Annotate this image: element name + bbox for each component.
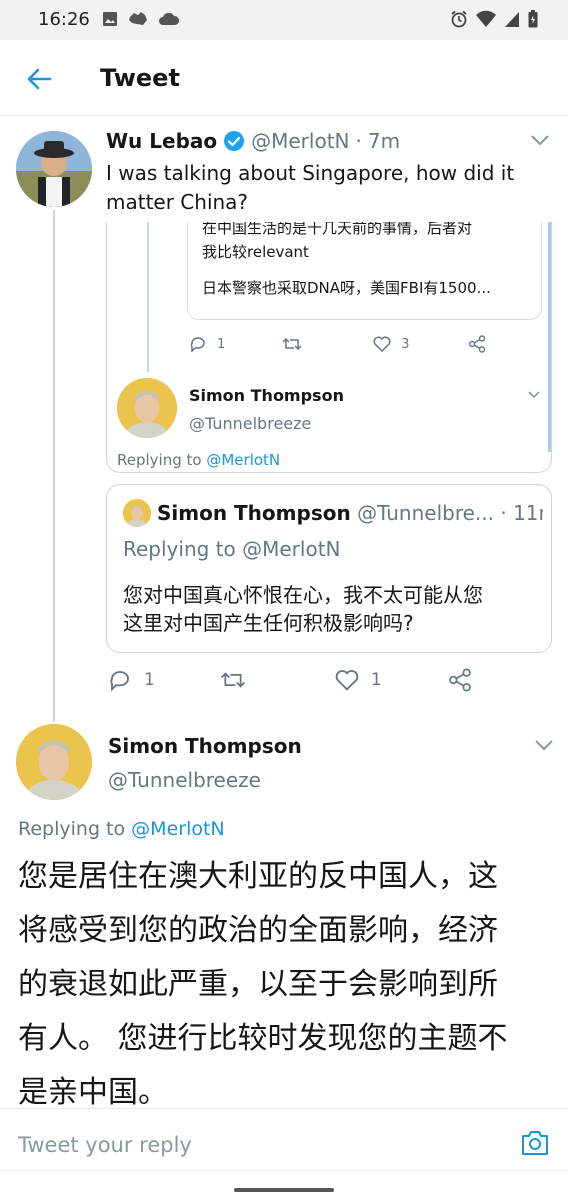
reply-button[interactable]: 1 [108,669,155,691]
cloud-icon [159,12,180,25]
retweet-icon [282,337,302,351]
replying-prefix: Replying to [18,818,126,840]
author-handle[interactable]: @MerlotN [251,129,349,153]
image-icon [103,12,117,26]
nested-text: 在中国生活的是十几天前的事情，后者对 我比较relevant 日本警察也采取DN… [202,222,491,300]
reply-input[interactable]: Tweet your reply [18,1133,192,1157]
quoted-thread-image[interactable]: 在中国生活的是十几天前的事情，后者对 我比较relevant 日本警察也采取DN… [106,222,552,473]
focused-author-handle[interactable]: @Tunnelbreeze [108,768,261,792]
chevron-down-icon[interactable] [534,738,554,752]
tweet-text-line: I was talking about Singapore, how did i… [106,161,515,185]
main-tweet-header: Wu Lebao @MerlotN · 7m [106,129,400,153]
app-header: Tweet [0,40,568,116]
quote-author-handle: @Tunnelbre... [357,501,494,525]
tweet-text-line: 您是居住在澳大利亚的反中国人，这 [18,859,498,894]
quote-author-name: Simon Thompson [157,501,351,525]
chevron-down-icon [528,391,540,399]
avatar-wu-lebao[interactable] [16,131,92,207]
reply-action: 1 [189,336,225,352]
share-action [468,335,486,353]
share-button[interactable] [448,668,472,692]
reply-count: 1 [144,670,155,690]
focused-replying-to: Replying to @MerlotN [18,818,225,840]
wifi-icon [476,10,496,27]
nested-quote-card: 在中国生活的是十几天前的事情，后者对 我比较relevant 日本警察也采取DN… [187,222,542,320]
share-icon [448,668,471,692]
replying-prefix: Replying to [123,537,236,561]
like-count: 3 [401,336,410,352]
separator-dot: · [500,501,507,525]
battery-icon [528,10,538,28]
bottom-divider [0,1170,568,1171]
thread-line [147,222,149,372]
main-action-row: 1 1 [108,668,472,692]
camera-icon[interactable] [520,1129,550,1157]
quote-time: 11m [513,501,543,525]
avatar-simon-thompson-small [117,378,177,438]
thread-line [53,210,55,722]
focused-tweet-text: 您是居住在澳大利亚的反中国人，这 将感受到您的政治的全面影响，经济 的衰退如此严… [18,850,508,1120]
tweet-time[interactable]: 7m [368,129,400,153]
heart-icon [373,336,391,352]
avatar-image [16,724,92,800]
author-name[interactable]: Wu Lebao [106,129,217,153]
avatar-image [117,378,177,438]
thread-author-name: Simon Thompson [189,386,344,405]
verified-badge-icon [224,131,245,151]
main-tweet-text: I was talking about Singapore, how did i… [106,159,514,217]
reply-icon [110,671,129,691]
gesture-bar[interactable] [234,1188,334,1192]
status-time: 16:26 [38,9,90,30]
australia-map-icon [129,12,147,25]
blue-edge [548,222,551,452]
retweet-action [281,336,303,352]
alarm-icon [451,10,467,28]
share-icon [468,335,485,353]
reply-icon [190,337,205,352]
like-count: 1 [370,670,382,690]
page-title: Tweet [100,64,180,92]
quote-text: 您对中国真心怀恨在心，我不太可能从您 这里对中国产生任何积极影响吗? [123,581,483,637]
tweet-text-line: 的衰退如此严重，以至于会影响到所 [18,967,498,1002]
reply-bar: Tweet your reply [0,1108,568,1178]
reply-count: 1 [217,336,226,352]
tweet-text-line: matter China? [106,190,249,214]
focused-author-name[interactable]: Simon Thompson [108,734,302,758]
nested-text-line: 我比较relevant [202,243,309,261]
retweet-button[interactable] [219,669,247,691]
avatar-image [16,131,92,207]
status-bar: 16:26 [0,0,568,40]
like-action: 3 [373,336,410,352]
like-button[interactable]: 1 [335,669,382,691]
thread-author-handle: @Tunnelbreeze [189,414,312,433]
avatar-simon-thompson-tiny [123,499,151,527]
heart-icon [335,670,359,691]
avatar-simon-thompson[interactable] [16,724,92,800]
replying-prefix: Replying to [117,451,202,469]
back-arrow-icon[interactable] [24,64,54,94]
avatar-image [123,499,151,527]
quote-replying-to: Replying to @MerlotN [123,537,341,561]
quote-tweet-card[interactable]: Simon Thompson @Tunnelbre... · 11m Reply… [106,484,552,653]
chevron-down-icon[interactable] [530,133,550,147]
tweet-text-line: 有人。 您进行比较时发现您的主题不 [18,1021,508,1056]
nested-text-line: 日本警察也采取DNA呀，美国FBI有1500... [202,279,491,297]
separator-dot: · [355,129,362,153]
thread-replying-to: Replying to @MerlotN [117,451,280,469]
replying-handle: @MerlotN [206,451,281,469]
quote-text-line: 这里对中国产生任何积极影响吗? [123,611,414,635]
signal-icon [505,12,519,27]
retweet-icon [220,672,245,688]
replying-handle: @MerlotN [242,537,341,561]
nested-text-line: 在中国生活的是十几天前的事情，后者对 [202,222,473,237]
quote-header: Simon Thompson @Tunnelbre... · 11m [157,501,543,525]
tweet-text-line: 将感受到您的政治的全面影响，经济 [18,913,498,948]
nested-action-row: 1 3 [189,335,486,353]
replying-handle-link[interactable]: @MerlotN [131,818,224,840]
quote-text-line: 您对中国真心怀恨在心，我不太可能从您 [123,583,483,607]
